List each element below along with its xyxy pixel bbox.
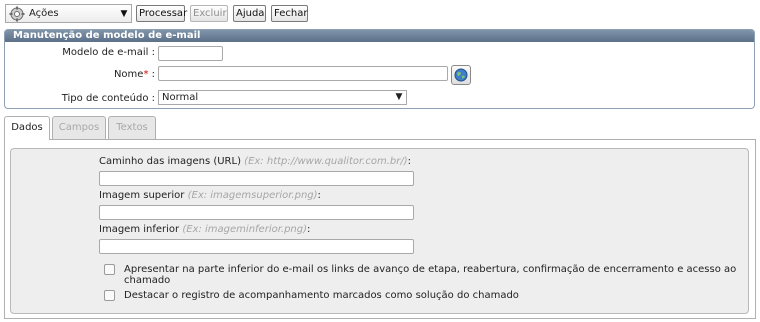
name-field[interactable] [158, 66, 448, 81]
images-path-label: Caminho das imagens (URL) (Ex: http://ww… [99, 156, 411, 167]
bottom-image-label: Imagem inferior (Ex: imageminferior.png)… [99, 224, 311, 235]
actions-dropdown[interactable]: Ações ▼ [5, 4, 132, 23]
close-button[interactable]: Fechar [271, 5, 308, 22]
name-label: Nome* : [113, 69, 155, 80]
gear-icon [9, 6, 25, 22]
chevron-down-icon: ▼ [395, 92, 403, 102]
links-checkbox-label: Apresentar na parte inferior do e-mail o… [124, 264, 737, 286]
bottom-image-hint: (Ex: imageminferior.png) [182, 224, 308, 235]
links-checkbox[interactable] [104, 264, 115, 275]
lookup-button[interactable] [451, 65, 471, 85]
top-image-hint: (Ex: imagemsuperior.png) [187, 190, 318, 201]
actions-label: Ações [29, 8, 59, 19]
globe-icon [454, 68, 468, 82]
bottom-image-field[interactable] [99, 239, 414, 254]
content-type-select[interactable]: Normal ▼ [158, 90, 407, 105]
highlight-checkbox[interactable] [104, 290, 115, 301]
delete-button[interactable]: Excluir [190, 5, 228, 22]
highlight-checkbox-label: Destacar o registro de acompanhamento ma… [124, 290, 519, 301]
images-path-field[interactable] [99, 171, 414, 186]
tab-dados[interactable]: Dados [4, 116, 50, 140]
content-type-value: Normal [162, 92, 199, 103]
top-image-field[interactable] [99, 205, 414, 220]
panel-title: Manutenção de modelo de e-mail [5, 30, 754, 42]
help-button[interactable]: Ajuda [233, 5, 266, 22]
images-path-hint: (Ex: http://www.qualitor.com.br/) [244, 156, 408, 167]
top-image-label: Imagem superior (Ex: imagemsuperior.png)… [99, 190, 321, 201]
tab-textos[interactable]: Textos [108, 116, 156, 139]
tab-campos[interactable]: Campos [52, 116, 106, 139]
email-model-field[interactable] [158, 46, 223, 61]
content-type-label: Tipo de conteúdo : [61, 93, 155, 104]
email-model-label: Modelo de e-mail : [62, 47, 155, 58]
process-button[interactable]: Processar [136, 5, 187, 22]
chevron-down-icon: ▼ [120, 8, 128, 19]
